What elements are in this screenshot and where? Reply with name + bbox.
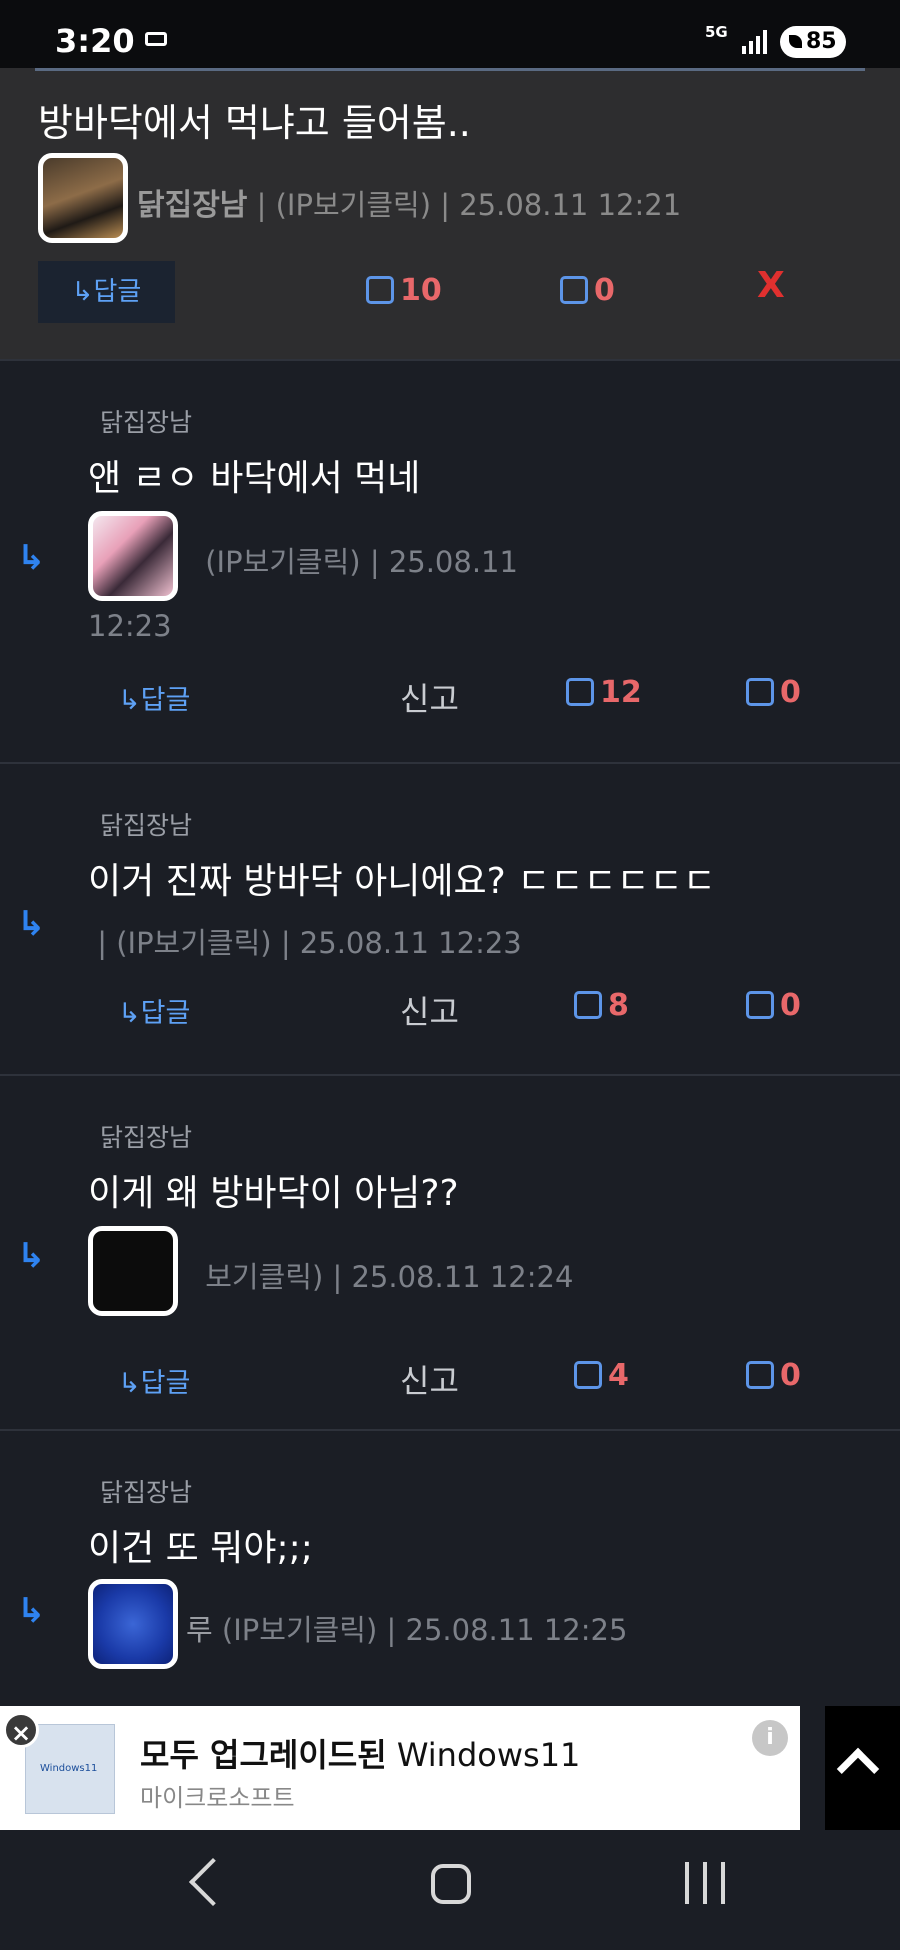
dislike-count: 0: [780, 988, 801, 1023]
voicemail-icon: [145, 32, 167, 46]
thumbs-down-icon: [560, 276, 588, 304]
thumbs-down-icon: [746, 1361, 774, 1389]
ad-thumbnail-label: Windows11: [40, 1763, 98, 1774]
report-button[interactable]: 신고: [400, 1356, 459, 1402]
like-button[interactable]: 10: [366, 273, 442, 308]
reply-meta-text[interactable]: | (IP보기클릭) | 25.08.11 12:23: [97, 926, 522, 960]
reply-meta-text[interactable]: 보기클릭) | 25.08.11 12:24: [205, 1260, 573, 1294]
delete-button[interactable]: X: [757, 265, 785, 306]
reply-item: 닭집장남 이거 진짜 방바닥 아니에요? ㄷㄷㄷㄷㄷㄷ ↳ | (IP보기클릭)…: [0, 762, 900, 1074]
top-comment: 방바닥에서 먹냐고 들어봄.. 닭집장남 | (IP보기클릭) | 25.08.…: [0, 68, 900, 359]
battery-indicator: 85: [780, 26, 846, 58]
like-button[interactable]: 4: [574, 1358, 629, 1393]
back-icon[interactable]: [188, 1857, 238, 1907]
like-count: 12: [600, 675, 642, 710]
reply-to: 닭집장남: [100, 811, 193, 840]
like-button[interactable]: 12: [566, 675, 642, 710]
comment-text: 방바닥에서 먹냐고 들어봄..: [38, 101, 471, 145]
avatar[interactable]: [88, 511, 178, 601]
reply-meta: | (IP보기클릭) | 25.08.11 12:23: [88, 920, 522, 962]
comment-author-line: 닭집장남 | (IP보기클릭) | 25.08.11 12:21: [137, 180, 681, 224]
dislike-button[interactable]: 0: [560, 273, 615, 308]
dislike-count: 0: [780, 675, 801, 710]
reply-to: 닭집장남: [100, 1123, 193, 1152]
status-bar: 3:20 5G 85: [0, 0, 900, 68]
ad-advertiser: 마이크로소프트: [140, 1784, 295, 1812]
reply-item: 닭집장남 이건 또 뭐야;;; ↳ 루 (IP보기클릭) | 25.08.11 …: [0, 1429, 900, 1706]
reply-button[interactable]: ↳답글: [118, 678, 190, 717]
reply-arrow-icon: ↳: [17, 904, 46, 944]
like-count: 10: [400, 273, 442, 308]
reply-meta: 보기클릭) | 25.08.11 12:24: [196, 1254, 573, 1296]
reply-text: 앤 ㄹㅇ 바닥에서 먹네: [88, 458, 421, 499]
scroll-to-top-button[interactable]: [825, 1706, 900, 1830]
dislike-count: 0: [594, 273, 615, 308]
avatar[interactable]: [88, 1226, 178, 1316]
screen: 3:20 5G 85 방바닥에서 먹냐고 들어봄.. 닭집장남 | (IP보기클…: [0, 0, 900, 1950]
avatar[interactable]: [88, 1579, 178, 1669]
reply-arrow-icon: ↳: [17, 1591, 46, 1631]
comment-author[interactable]: 닭집장남: [137, 188, 247, 223]
reply-meta-text[interactable]: (IP보기클릭) | 25.08.11 12:25: [222, 1613, 628, 1647]
network-indicator: 5G: [705, 23, 728, 41]
ad-title-rest: Windows11: [396, 1736, 581, 1774]
ad-banner[interactable]: Windows11 모두 업그레이드된 Windows11 마이크로소프트 i …: [0, 1706, 800, 1830]
like-count: 4: [608, 1358, 629, 1393]
avatar[interactable]: [38, 153, 128, 243]
report-button[interactable]: 신고: [400, 987, 459, 1033]
dislike-count: 0: [780, 1358, 801, 1393]
comment-meta[interactable]: | (IP보기클릭) | 25.08.11 12:21: [257, 188, 682, 222]
image-edge: [35, 68, 865, 71]
reply-arrow-icon: ↳: [17, 538, 46, 578]
close-icon[interactable]: ×: [3, 1712, 39, 1748]
recent-apps-icon[interactable]: [685, 1862, 725, 1904]
thumbs-up-icon: [566, 678, 594, 706]
thumbs-down-icon: [746, 678, 774, 706]
reply-item: 닭집장남 이게 왜 방바닥이 아님?? ↳ 보기클릭) | 25.08.11 1…: [0, 1074, 900, 1429]
chevron-up-icon: [836, 1747, 880, 1791]
signal-icon: [742, 30, 770, 54]
report-button[interactable]: 신고: [400, 674, 459, 720]
dislike-button[interactable]: 0: [746, 1358, 801, 1393]
ad-title-bold: 모두 업그레이드된: [140, 1736, 387, 1774]
reply-text: 이건 또 뭐야;;;: [88, 1528, 313, 1569]
reply-arrow-icon: ↳: [17, 1236, 46, 1276]
reply-to: 닭집장남: [100, 1478, 193, 1507]
navigation-bar: [0, 1830, 900, 1950]
info-icon[interactable]: i: [752, 1720, 788, 1756]
reply-text: 이게 왜 방바닥이 아님??: [88, 1173, 459, 1214]
reply-text: 이거 진짜 방바닥 아니에요? ㄷㄷㄷㄷㄷㄷ: [88, 861, 716, 902]
home-icon[interactable]: [431, 1864, 471, 1904]
reply-button[interactable]: ↳답글: [118, 1361, 190, 1400]
thumbs-up-icon: [366, 276, 394, 304]
dislike-button[interactable]: 0: [746, 988, 801, 1023]
thumbs-up-icon: [574, 991, 602, 1019]
battery-level: 85: [806, 29, 837, 54]
reply-button[interactable]: ↳답글: [38, 261, 175, 323]
like-count: 8: [608, 988, 629, 1023]
battery-saver-icon: [789, 35, 802, 48]
reply-meta: 루 (IP보기클릭) | 25.08.11 12:25: [186, 1607, 627, 1649]
thumbs-down-icon: [746, 991, 774, 1019]
like-button[interactable]: 8: [574, 988, 629, 1023]
reply-meta: (IP보기클릭) | 25.08.11: [196, 539, 518, 581]
ad-thumbnail[interactable]: Windows11: [25, 1724, 115, 1814]
reply-to: 닭집장남: [100, 408, 193, 437]
status-time: 3:20: [55, 22, 135, 60]
reply-meta-wrap: 12:23: [88, 609, 172, 643]
thumbs-up-icon: [574, 1361, 602, 1389]
reply-author[interactable]: 루: [186, 1613, 213, 1647]
dislike-button[interactable]: 0: [746, 675, 801, 710]
reply-item: 닭집장남 앤 ㄹㅇ 바닥에서 먹네 ↳ (IP보기클릭) | 25.08.11 …: [0, 359, 900, 762]
ad-title[interactable]: 모두 업그레이드된 Windows11: [140, 1730, 580, 1776]
reply-button[interactable]: ↳답글: [118, 991, 190, 1030]
reply-meta-text[interactable]: (IP보기클릭) | 25.08.11: [205, 545, 518, 579]
